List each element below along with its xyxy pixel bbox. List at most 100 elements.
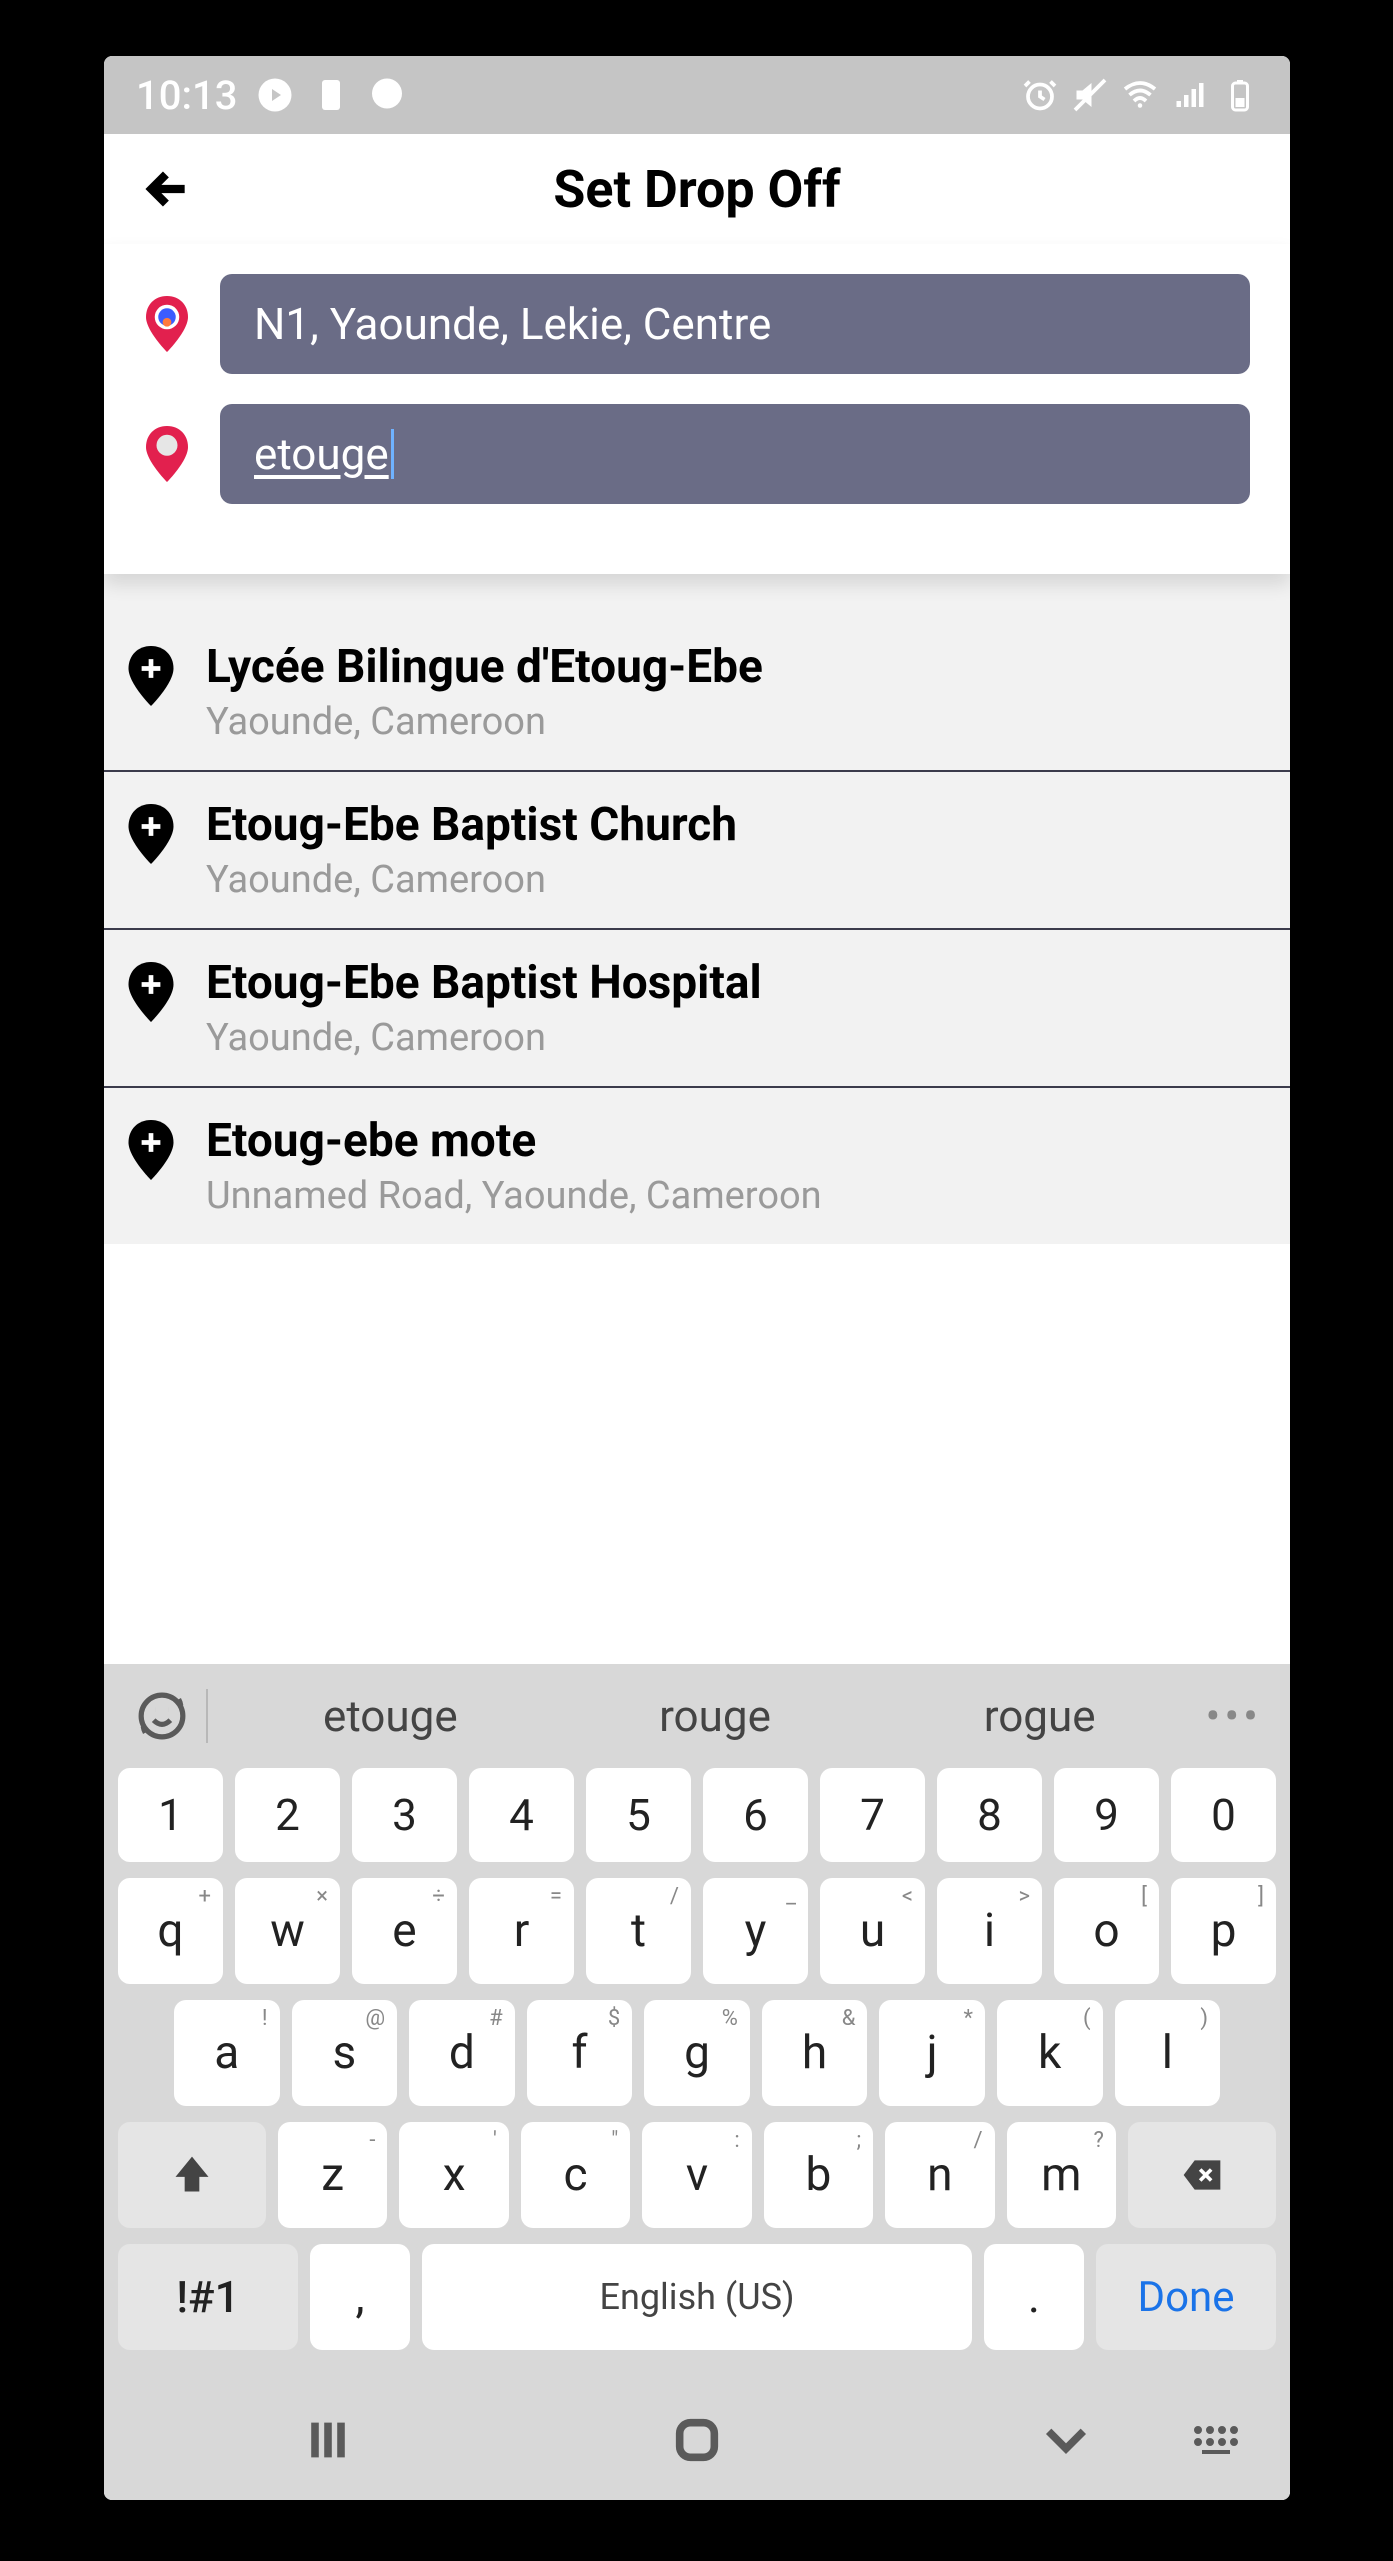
nav-recents-button[interactable]	[288, 2410, 368, 2470]
suggestion-item[interactable]: Etoug-Ebe Baptist Hospital Yaounde, Came…	[104, 930, 1290, 1088]
emoji-button[interactable]	[132, 1686, 192, 1746]
suggestion-item[interactable]: Etoug-Ebe Baptist Church Yaounde, Camero…	[104, 772, 1290, 930]
phone-screen: 10:13 Set Drop Off	[104, 56, 1290, 2500]
prediction-more-button[interactable]: •••	[1202, 1690, 1262, 1742]
keyboard-row-1: +q ×w ÷e =r /t _y <u >i [o ]p	[104, 1878, 1290, 1984]
key-q[interactable]: +q	[118, 1878, 223, 1984]
origin-pin-icon	[144, 296, 190, 352]
key-u[interactable]: <u	[820, 1878, 925, 1984]
mute-icon	[1072, 77, 1108, 113]
prediction-word[interactable]: rouge	[553, 1690, 878, 1742]
key-k[interactable]: (k	[997, 2000, 1103, 2106]
key-d[interactable]: #d	[409, 2000, 515, 2106]
suggestion-title: Etoug-ebe mote	[206, 1114, 822, 1168]
key-5[interactable]: 5	[586, 1768, 691, 1862]
destination-row: etouge	[144, 404, 1250, 504]
key-2[interactable]: 2	[235, 1768, 340, 1862]
nav-back-button[interactable]	[1026, 2410, 1106, 2470]
key-m[interactable]: ?m	[1007, 2122, 1116, 2228]
messenger-icon	[369, 77, 405, 113]
key-a[interactable]: !a	[174, 2000, 280, 2106]
keyboard-row-3: -z 'x "c :v ;b /n ?m	[104, 2122, 1290, 2228]
backspace-icon	[1180, 2153, 1224, 2197]
nav-keyboard-toggle[interactable]	[1176, 2410, 1256, 2470]
suggestion-subtitle: Yaounde, Cameroon	[206, 700, 763, 744]
key-o[interactable]: [o	[1054, 1878, 1159, 1984]
key-j[interactable]: *j	[879, 2000, 985, 2106]
key-v[interactable]: :v	[642, 2122, 751, 2228]
origin-row: N1, Yaounde, Lekie, Centre	[144, 274, 1250, 374]
key-f[interactable]: $f	[527, 2000, 633, 2106]
nav-home-button[interactable]	[657, 2410, 737, 2470]
destination-input[interactable]: etouge	[220, 404, 1250, 504]
key-space[interactable]: English (US)	[422, 2244, 972, 2350]
home-icon	[671, 2414, 723, 2466]
key-comma[interactable]: ,	[310, 2244, 410, 2350]
key-e[interactable]: ÷e	[352, 1878, 457, 1984]
wifi-icon	[1122, 77, 1158, 113]
arrow-left-icon	[143, 164, 193, 214]
key-6[interactable]: 6	[703, 1768, 808, 1862]
key-i[interactable]: >i	[937, 1878, 1042, 1984]
shift-icon	[170, 2153, 214, 2197]
battery-icon	[1222, 77, 1258, 113]
keyboard-row-bottom: !#1 , English (US) . Done	[104, 2244, 1290, 2380]
key-h[interactable]: &h	[762, 2000, 868, 2106]
keyboard-row-numbers: 1 2 3 4 5 6 7 8 9 0	[104, 1768, 1290, 1862]
suggestion-subtitle: Yaounde, Cameroon	[206, 1016, 762, 1060]
key-4[interactable]: 4	[469, 1768, 574, 1862]
key-s[interactable]: @s	[292, 2000, 398, 2106]
key-7[interactable]: 7	[820, 1768, 925, 1862]
key-c[interactable]: "c	[521, 2122, 630, 2228]
page-title: Set Drop Off	[104, 159, 1290, 220]
key-3[interactable]: 3	[352, 1768, 457, 1862]
place-pin-icon	[126, 1120, 176, 1180]
key-g[interactable]: %g	[644, 2000, 750, 2106]
key-0[interactable]: 0	[1171, 1768, 1276, 1862]
origin-value: N1, Yaounde, Lekie, Centre	[254, 298, 771, 350]
alarm-icon	[1022, 77, 1058, 113]
keyboard: etouge rouge rogue ••• 1 2 3 4 5 6 7 8 9…	[104, 1664, 1290, 2500]
key-1[interactable]: 1	[118, 1768, 223, 1862]
prediction-word[interactable]: rogue	[877, 1690, 1202, 1742]
key-8[interactable]: 8	[937, 1768, 1042, 1862]
suggestion-text: Lycée Bilingue d'Etoug-Ebe Yaounde, Came…	[206, 640, 763, 744]
suggestion-text: Etoug-ebe mote Unnamed Road, Yaounde, Ca…	[206, 1114, 822, 1218]
suggestion-item[interactable]: Etoug-ebe mote Unnamed Road, Yaounde, Ca…	[104, 1088, 1290, 1244]
key-9[interactable]: 9	[1054, 1768, 1159, 1862]
key-r[interactable]: =r	[469, 1878, 574, 1984]
key-y[interactable]: _y	[703, 1878, 808, 1984]
key-z[interactable]: -z	[278, 2122, 387, 2228]
text-cursor	[391, 429, 394, 479]
key-p[interactable]: ]p	[1171, 1878, 1276, 1984]
key-period[interactable]: .	[984, 2244, 1084, 2350]
key-done[interactable]: Done	[1096, 2244, 1276, 2350]
suggestion-title: Etoug-Ebe Baptist Hospital	[206, 956, 762, 1010]
suggestion-subtitle: Unnamed Road, Yaounde, Cameroon	[206, 1174, 822, 1218]
suggestion-title: Lycée Bilingue d'Etoug-Ebe	[206, 640, 763, 694]
suggestion-text: Etoug-Ebe Baptist Hospital Yaounde, Came…	[206, 956, 762, 1060]
android-nav-bar	[104, 2380, 1290, 2500]
route-inputs-card: N1, Yaounde, Lekie, Centre etouge	[104, 244, 1290, 574]
prediction-word[interactable]: etouge	[228, 1690, 553, 1742]
destination-value: etouge	[254, 428, 389, 480]
key-symbols[interactable]: !#1	[118, 2244, 298, 2350]
suggestion-list: Lycée Bilingue d'Etoug-Ebe Yaounde, Came…	[104, 574, 1290, 1244]
key-n[interactable]: /n	[885, 2122, 994, 2228]
key-backspace[interactable]	[1128, 2122, 1276, 2228]
keyboard-row-2: !a @s #d $f %g &h *j (k )l	[104, 2000, 1290, 2106]
key-x[interactable]: 'x	[399, 2122, 508, 2228]
key-b[interactable]: ;b	[764, 2122, 873, 2228]
origin-input[interactable]: N1, Yaounde, Lekie, Centre	[220, 274, 1250, 374]
key-w[interactable]: ×w	[235, 1878, 340, 1984]
suggestion-item[interactable]: Lycée Bilingue d'Etoug-Ebe Yaounde, Came…	[104, 614, 1290, 772]
suggestion-text: Etoug-Ebe Baptist Church Yaounde, Camero…	[206, 798, 737, 902]
music-icon	[257, 77, 293, 113]
prediction-separator	[206, 1689, 208, 1743]
key-shift[interactable]	[118, 2122, 266, 2228]
device-icon	[313, 77, 349, 113]
key-l[interactable]: )l	[1115, 2000, 1221, 2106]
back-button[interactable]	[138, 159, 198, 219]
key-t[interactable]: /t	[586, 1878, 691, 1984]
keyboard-icon	[1192, 2422, 1240, 2458]
